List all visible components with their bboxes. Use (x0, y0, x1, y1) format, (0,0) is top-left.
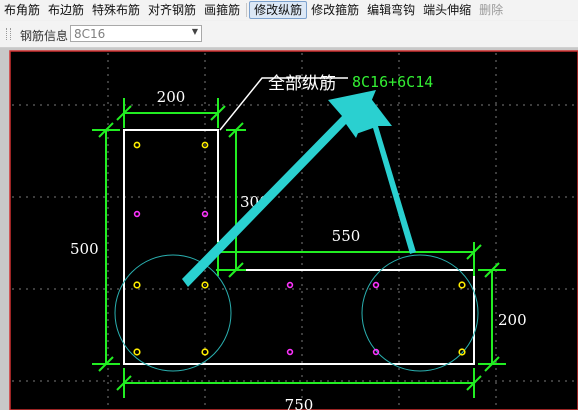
toolbar-separator (246, 3, 248, 17)
dim-flange-width-text: 550 (332, 227, 361, 245)
annotation-value[interactable]: 8C16+6C14 (352, 73, 433, 91)
place-special-rebar-button[interactable]: 特殊布筋 (88, 1, 144, 19)
dim-left-height-text: 500 (70, 240, 99, 258)
delete-button[interactable]: 删除 (475, 1, 507, 19)
section-drawing[interactable]: 200 500 300 550 200 750 全部纵筋 8C16+6C14 (0, 48, 578, 410)
edit-hook-button[interactable]: 编辑弯钩 (363, 1, 419, 19)
draw-stirrup-button[interactable]: 画箍筋 (200, 1, 244, 19)
dim-top-width-text: 200 (157, 88, 186, 106)
dim-bottom-width-text: 750 (285, 396, 314, 410)
rebar-info-bar: 钢筋信息 8C16 ▼ (0, 21, 578, 48)
dim-right-height-text: 200 (498, 311, 527, 329)
end-extend-button[interactable]: 端头伸缩 (419, 1, 475, 19)
edit-longitudinal-rebar-button[interactable]: 修改纵筋 (249, 1, 308, 19)
chevron-down-icon[interactable]: ▼ (192, 27, 198, 36)
place-edge-rebar-button[interactable]: 布边筋 (44, 1, 88, 19)
rebar-toolbar: 布角筋 布边筋 特殊布筋 对齐钢筋 画箍筋 修改纵筋 修改箍筋 编辑弯钩 端头伸… (0, 0, 578, 20)
rebar-info-label: 钢筋信息 (20, 29, 69, 43)
align-rebar-button[interactable]: 对齐钢筋 (144, 1, 200, 19)
annotation-label: 全部纵筋 (268, 74, 336, 94)
toolbar-grip-icon[interactable] (6, 28, 11, 40)
drawing-canvas-area[interactable]: 200 500 300 550 200 750 全部纵筋 8C16+6C14 (0, 48, 578, 410)
edit-stirrup-button[interactable]: 修改箍筋 (307, 1, 363, 19)
rebar-info-value: 8C16 (74, 27, 106, 41)
rebar-info-dropdown[interactable]: 8C16 ▼ (70, 25, 202, 42)
place-corner-rebar-button[interactable]: 布角筋 (0, 1, 44, 19)
